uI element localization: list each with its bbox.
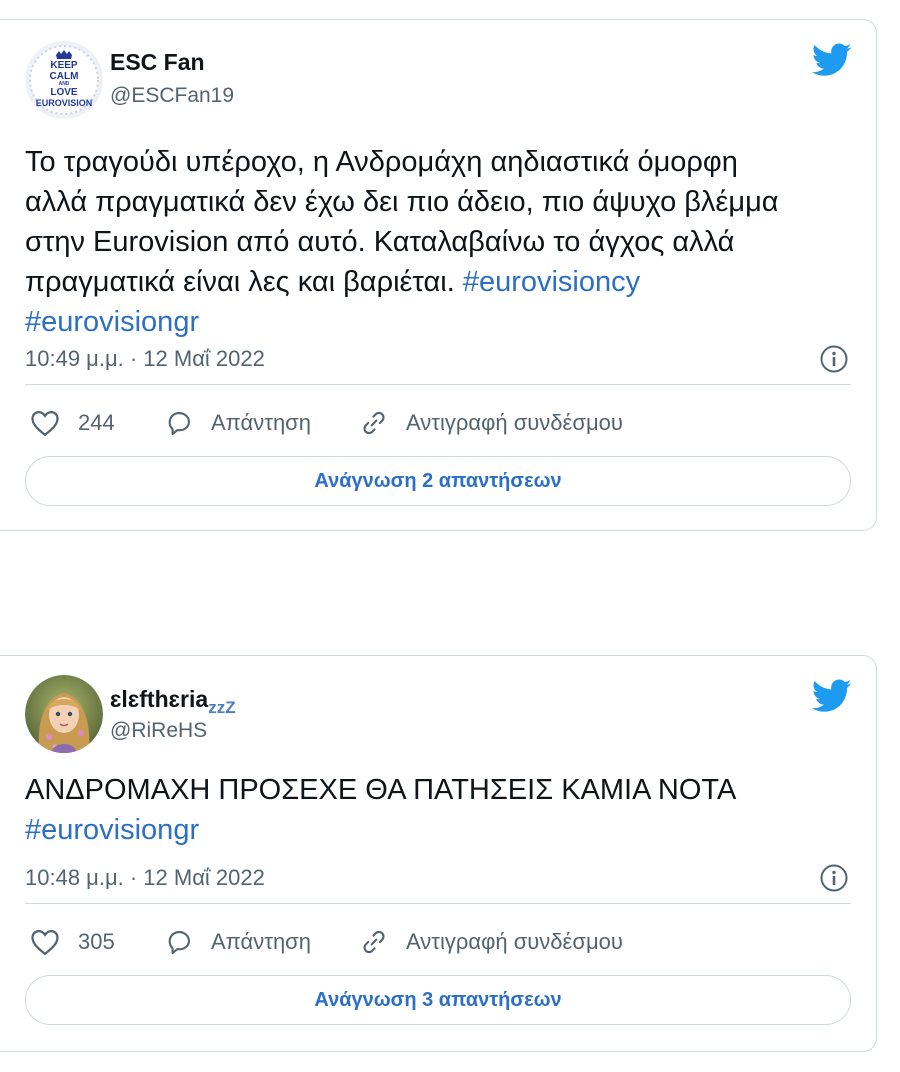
reply-button[interactable]: Απάντηση xyxy=(165,920,311,964)
avatar-text: LOVE xyxy=(50,87,78,98)
twitter-bird-icon[interactable] xyxy=(812,679,852,713)
tweet-meta: 10:49 μ.μ. · 12 Μαΐ 2022 xyxy=(25,340,851,385)
tweet-actions: 244 Απάντηση Αντιγραφή συνδέσμου xyxy=(25,401,851,445)
copy-link-label: Αντιγραφή συνδέσμου xyxy=(406,410,623,435)
twitter-bird-icon[interactable] xyxy=(812,43,852,77)
heart-icon xyxy=(31,410,59,437)
reply-bubble-icon xyxy=(168,412,190,436)
link-icon xyxy=(363,930,385,954)
tweet-actions: 305 Απάντηση Αντιγραφή συνδέσμου xyxy=(25,920,851,964)
tweet-text-line: #eurovisiongr xyxy=(25,302,855,342)
reply-bubble-icon xyxy=(168,931,190,955)
link-icon xyxy=(363,411,385,435)
tweet-text-line: #eurovisiongr xyxy=(25,810,855,850)
read-replies-button[interactable]: Ανάγνωση 2 απαντήσεων xyxy=(25,456,851,506)
tweet-text-line: πραγματικά είναι λες και βαριέται. #euro… xyxy=(25,262,855,302)
like-count: 244 xyxy=(78,410,115,435)
user-handle[interactable]: @ESCFan19 xyxy=(110,84,234,108)
tweet-text-segment: πραγματικά είναι λες και βαριέται. xyxy=(25,266,455,298)
tweet-card[interactable]: KEEP CALM AND LOVE EUROVISION ESC Fan @E… xyxy=(0,19,877,531)
heart-icon xyxy=(31,929,59,956)
hashtag-link[interactable]: #eurovisioncy xyxy=(463,266,640,298)
avatar-text: KEEP xyxy=(50,60,78,71)
user-handle[interactable]: @RiReHS xyxy=(110,719,207,743)
display-name[interactable]: ESC Fan xyxy=(110,49,205,76)
display-name-suffix: zzZ xyxy=(208,698,236,717)
tweet-card[interactable]: ɛlɛfthɛriazzZ @RiReHS ΑΝΔΡΟΜΑΧΗ ΠΡΟΣΕΧΕ … xyxy=(0,655,877,1052)
like-button[interactable]: 244 xyxy=(30,401,115,445)
like-button[interactable]: 305 xyxy=(30,920,115,964)
reply-button[interactable]: Απάντηση xyxy=(165,401,311,445)
like-count: 305 xyxy=(78,929,115,954)
tweet-text-line: ΑΝΔΡΟΜΑΧΗ ΠΡΟΣΕΧΕ ΘΑ ΠΑΤΗΣΕΙΣ ΚΑΜΙΑ ΝΟΤΑ xyxy=(25,774,737,806)
info-icon[interactable] xyxy=(819,863,849,893)
display-name-text: ɛlɛfthɛria xyxy=(110,686,209,712)
read-replies-button[interactable]: Ανάγνωση 3 απαντήσεων xyxy=(25,975,851,1025)
avatar[interactable] xyxy=(25,675,103,753)
display-name[interactable]: ɛlɛfthɛriazzZ xyxy=(110,686,236,718)
timestamp[interactable]: 10:48 μ.μ. · 12 Μαΐ 2022 xyxy=(25,865,265,891)
tweet-text: ΑΝΔΡΟΜΑΧΗ ΠΡΟΣΕΧΕ ΘΑ ΠΑΤΗΣΕΙΣ ΚΑΜΙΑ ΝΟΤΑ… xyxy=(25,770,855,850)
timestamp[interactable]: 10:49 μ.μ. · 12 Μαΐ 2022 xyxy=(25,346,265,372)
tweet-text: Το τραγούδι υπέροχο, η Ανδρομάχη αηδιαστ… xyxy=(25,142,855,342)
tweet-text-line: Το τραγούδι υπέροχο, η Ανδρομάχη αηδιαστ… xyxy=(25,146,738,178)
reply-label: Απάντηση xyxy=(211,929,311,954)
copy-link-button[interactable]: Αντιγραφή συνδέσμου xyxy=(360,401,623,445)
reply-label: Απάντηση xyxy=(211,410,311,435)
avatar-text: EUROVISION xyxy=(36,98,93,108)
tweet-text-line: στην Eurovision από αυτό. Καταλαβαίνω το… xyxy=(25,226,735,258)
avatar[interactable]: KEEP CALM AND LOVE EUROVISION xyxy=(25,41,103,119)
hashtag-link[interactable]: #eurovisiongr xyxy=(25,306,199,338)
copy-link-button[interactable]: Αντιγραφή συνδέσμου xyxy=(360,920,623,964)
hashtag-link[interactable]: #eurovisiongr xyxy=(25,814,199,846)
tweet-meta: 10:48 μ.μ. · 12 Μαΐ 2022 xyxy=(25,859,851,904)
info-icon[interactable] xyxy=(819,344,849,374)
tweet-text-line: αλλά πραγματικά δεν έχω δει πιο άδειο, π… xyxy=(25,186,779,218)
copy-link-label: Αντιγραφή συνδέσμου xyxy=(406,929,623,954)
